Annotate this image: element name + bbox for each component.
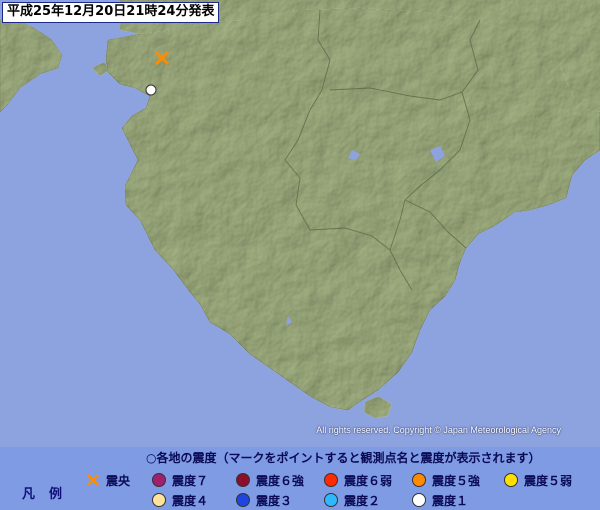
legend-intensity-1-label: 震度１ [432,493,469,508]
intensity-5minus-icon [504,473,518,487]
intensity-6plus-icon [236,473,250,487]
legend-intensity-2-label: 震度２ [344,493,381,508]
legend-intensity-7: 震度７ [152,472,208,488]
legend-caption: 凡例 [22,487,77,502]
legend-intensity-1: 震度１ [412,492,468,508]
legend-epicenter-label: 震央 [106,473,131,488]
legend-epicenter: 震央 [86,472,130,488]
map-area[interactable]: 平成25年12月20日21時24分発表 All rights reserved.… [0,0,600,447]
intensity-3-icon [236,493,250,507]
legend-panel: ○各地の震度（マークをポイントすると観測点名と震度が表示されます） 凡例 震央 … [0,447,600,510]
legend-intensity-5plus-label: 震度５強 [432,473,481,488]
map-canvas [0,0,600,447]
legend-note: ○各地の震度（マークをポイントすると観測点名と震度が表示されます） [146,451,541,465]
intensity-4-icon [152,493,166,507]
legend-intensity-3-label: 震度３ [256,493,293,508]
legend-intensity-5minus: 震度５弱 [504,472,572,488]
copyright-text: All rights reserved. Copyright © Japan M… [316,425,561,435]
legend-intensity-4: 震度４ [152,492,208,508]
intensity-1-icon [412,493,426,507]
station-intensity-1[interactable] [145,84,157,96]
legend-intensity-5minus-label: 震度５弱 [524,473,573,488]
legend-intensity-6minus-label: 震度６弱 [344,473,393,488]
legend-intensity-6minus: 震度６弱 [324,472,392,488]
intensity-2-icon [324,493,338,507]
legend-intensity-2: 震度２ [324,492,380,508]
intensity-6minus-icon [324,473,338,487]
legend-intensity-7-label: 震度７ [172,473,209,488]
legend-intensity-6plus: 震度６強 [236,472,304,488]
intensity-7-icon [152,473,166,487]
legend-intensity-4-label: 震度４ [172,493,209,508]
intensity-5plus-icon [412,473,426,487]
issued-time-label: 平成25年12月20日21時24分発表 [2,2,220,23]
legend-intensity-6plus-label: 震度６強 [256,473,305,488]
legend-intensity-5plus: 震度５強 [412,472,480,488]
legend-intensity-3: 震度３ [236,492,292,508]
epicenter-legend-icon [87,474,99,486]
